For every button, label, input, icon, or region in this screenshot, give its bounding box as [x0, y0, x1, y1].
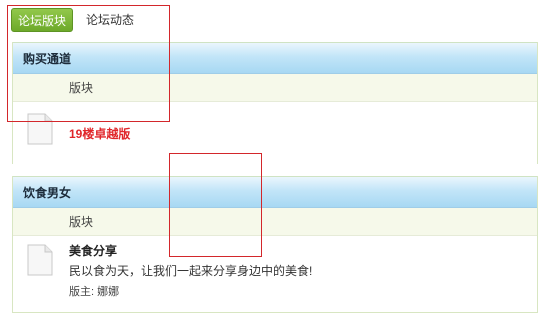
- forum-section-food: 饮食男女 版块 美食分享 民以食为天，让我们一起来分享身边中的美食! 版主: 娜…: [12, 176, 538, 313]
- document-icon: [27, 113, 53, 145]
- section-title[interactable]: 购买通道: [13, 42, 537, 74]
- forum-moderator[interactable]: 版主: 娜娜: [69, 283, 119, 299]
- forum-row: 美食分享 民以食为天，让我们一起来分享身边中的美食! 版主: 娜娜: [13, 236, 537, 306]
- document-icon: [27, 244, 53, 276]
- forum-link[interactable]: 19楼卓越版: [69, 125, 130, 142]
- forum-link[interactable]: 美食分享: [69, 242, 117, 259]
- section-column-label: 版块: [13, 74, 537, 102]
- section-title[interactable]: 饮食男女: [13, 176, 537, 208]
- forum-row: 19楼卓越版: [13, 102, 537, 162]
- forum-description: 民以食为天，让我们一起来分享身边中的美食!: [69, 264, 313, 278]
- section-column-label: 版块: [13, 208, 537, 236]
- forum-section-purchase: 购买通道 版块 19楼卓越版: [12, 42, 538, 164]
- tab-forum-sections[interactable]: 论坛版块: [11, 8, 73, 32]
- forum-tabs: 论坛版块 论坛动态: [0, 0, 538, 36]
- tab-forum-activity[interactable]: 论坛动态: [80, 8, 140, 32]
